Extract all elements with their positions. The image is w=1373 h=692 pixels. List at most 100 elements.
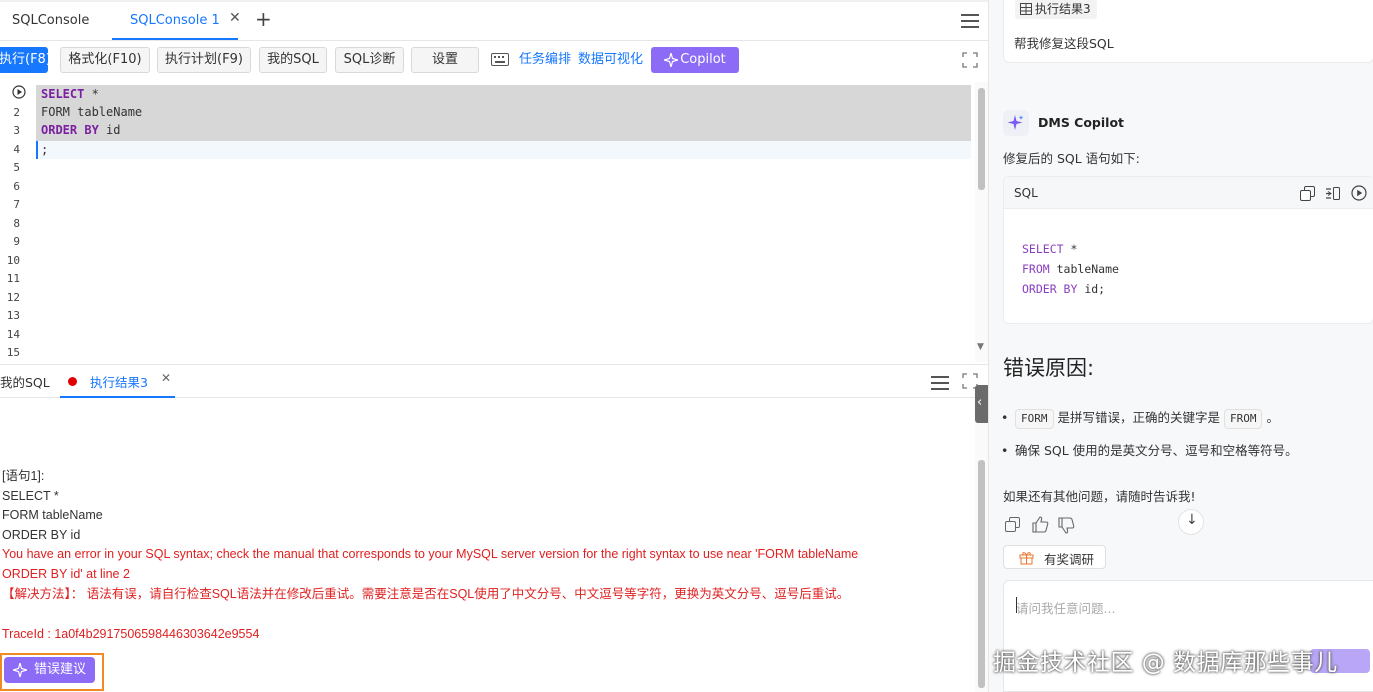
- bullet-item: • 确保 SQL 使用的是英文分号、逗号和空格等符号。: [1001, 443, 1298, 458]
- line-number: 7: [13, 198, 20, 211]
- scroll-thumb[interactable]: [978, 460, 985, 688]
- line-number: 8: [13, 216, 20, 230]
- sparkle-icon: [13, 663, 27, 677]
- code-line-4: ;: [41, 143, 49, 157]
- sql-editor[interactable]: 123456789101112131415 SELECT * FORM tabl…: [0, 82, 988, 362]
- bullet-item: • FORM 是拼写错误，正确的关键字是 FROM 。: [1001, 407, 1279, 429]
- close-icon[interactable]: ✕: [161, 371, 171, 385]
- collapse-panel-handle[interactable]: ‹: [975, 385, 988, 423]
- sparkle-icon: [1007, 115, 1024, 130]
- code-block: SQL SELECT * FROM tableName ORDER BY id;: [1003, 176, 1373, 324]
- result-sql-line: SELECT *: [2, 489, 59, 503]
- scroll-thumb[interactable]: [978, 88, 985, 190]
- copilot-label: Copilot: [680, 52, 726, 67]
- copy-icon[interactable]: [1005, 517, 1021, 533]
- code-lang-label: SQL: [1014, 186, 1038, 200]
- chat-input[interactable]: 请问我任意问题...: [1016, 598, 1115, 617]
- watermark: 掘金技术社区 @ 数据库那些事儿: [993, 650, 1338, 676]
- tab-result-3[interactable]: 执行结果3 ✕: [60, 365, 175, 398]
- run-icon[interactable]: [1351, 185, 1367, 201]
- status-dot: [68, 377, 77, 386]
- close-icon[interactable]: ✕: [229, 10, 241, 26]
- line-number: 6: [13, 179, 20, 193]
- result-reference-chip[interactable]: 执行结果3: [1015, 0, 1097, 19]
- menu-icon[interactable]: [961, 13, 979, 29]
- code-line-2: FORM tableName: [41, 105, 143, 119]
- line-number: 4: [13, 142, 20, 156]
- result-tab-bar: 我的SQL 执行结果3 ✕: [0, 364, 988, 398]
- code-line-3: ORDER BY id: [41, 123, 121, 137]
- trace-id: TraceId : 1a0f4b2917506598446303642e9554: [2, 627, 260, 641]
- sql-console-pane: SQLConsole SQLConsole 1 ✕ + 执行(F8) 格式化(F…: [0, 0, 988, 692]
- result-scrollbar[interactable]: [975, 398, 988, 692]
- my-sql-button[interactable]: 我的SQL: [259, 47, 327, 73]
- table-icon: [1020, 3, 1032, 15]
- line-number: 15: [6, 346, 20, 359]
- bullet-text: 是拼写错误，正确的关键字是: [1057, 410, 1220, 425]
- sql-diagnose-button[interactable]: SQL诊断: [335, 47, 404, 73]
- thumbs-up-icon[interactable]: [1032, 516, 1049, 533]
- answer-intro: 修复后的 SQL 语句如下:: [1003, 151, 1140, 166]
- line-number: 2: [13, 105, 20, 119]
- data-visualization-link[interactable]: 数据可视化: [578, 47, 643, 73]
- code-content: SELECT * FROM tableName ORDER BY id;: [1022, 239, 1119, 299]
- bullet-text: 。: [1266, 410, 1279, 425]
- error-suggestion-button[interactable]: 错误建议: [4, 657, 95, 683]
- code-chip: FORM: [1015, 409, 1054, 429]
- tab-sqlconsole-1[interactable]: SQLConsole 1: [112, 4, 238, 40]
- user-message: 帮我修复这段SQL: [1014, 36, 1114, 51]
- insert-to-editor-icon[interactable]: [1325, 186, 1340, 201]
- chip-label: 执行结果3: [1035, 2, 1091, 16]
- bot-name: DMS Copilot: [1038, 115, 1125, 130]
- survey-button[interactable]: 有奖调研: [1003, 545, 1106, 569]
- execute-button[interactable]: 执行(F8): [0, 47, 51, 73]
- code-block-header: [1004, 177, 1373, 209]
- settings-button[interactable]: 设置: [411, 47, 479, 73]
- selection-highlight: [36, 85, 971, 141]
- line-number: 5: [13, 161, 20, 174]
- code-line: ORDER BY id;: [1022, 282, 1106, 296]
- task-orchestration-link[interactable]: 任务编排: [519, 47, 571, 73]
- console-tab-bar: SQLConsole SQLConsole 1 ✕ +: [0, 0, 988, 41]
- arrow-down-icon: ↓: [1186, 512, 1198, 528]
- thumbs-down-icon[interactable]: [1058, 517, 1075, 534]
- editor-scrollbar[interactable]: ▼: [975, 82, 988, 362]
- copilot-panel: 执行结果3 帮我修复这段SQL DMS Copilot 修复后的 SQL 语句如…: [988, 0, 1373, 692]
- tab-label: SQLConsole: [12, 13, 90, 28]
- copy-icon[interactable]: [1300, 186, 1315, 201]
- run-line-icon[interactable]: [12, 85, 26, 99]
- add-tab-icon[interactable]: +: [255, 7, 272, 31]
- sparkle-icon: [664, 53, 678, 67]
- execution-result-panel: [语句1]: SELECT * FORM tableName ORDER BY …: [0, 398, 975, 692]
- line-number: 10: [6, 253, 20, 267]
- gift-icon: [1019, 552, 1034, 565]
- editor-toolbar: 执行(F8) 格式化(F10) 执行计划(F9) 我的SQL SQL诊断 设置 …: [0, 43, 988, 77]
- menu-icon[interactable]: [931, 375, 949, 391]
- copilot-button[interactable]: Copilot: [651, 47, 739, 73]
- button-label: 错误建议: [34, 662, 87, 677]
- line-number: 3: [13, 124, 20, 137]
- closing-message: 如果还有其他问题，请随时告诉我!: [1003, 489, 1196, 504]
- error-message-cont: ORDER BY id' at line 2: [2, 567, 130, 581]
- tab-label: 执行结果3: [90, 375, 148, 390]
- copilot-avatar: [1003, 110, 1029, 136]
- line-number: 11: [6, 272, 20, 285]
- line-number: 9: [13, 235, 20, 248]
- code-chip: FROM: [1223, 409, 1263, 429]
- keyboard-icon[interactable]: [491, 53, 509, 66]
- tab-my-sql[interactable]: 我的SQL: [0, 372, 50, 391]
- line-number: 14: [6, 327, 20, 341]
- scroll-down-icon[interactable]: ▼: [977, 342, 984, 352]
- error-message: You have an error in your SQL syntax; ch…: [2, 547, 859, 561]
- bullet-text: 确保 SQL 使用的是英文分号、逗号和空格等符号。: [1015, 443, 1298, 458]
- fullscreen-icon[interactable]: [962, 52, 978, 68]
- explain-plan-button[interactable]: 执行计划(F9): [157, 47, 251, 73]
- code-line: SELECT *: [1022, 242, 1078, 256]
- result-sql-line: FORM tableName: [2, 508, 103, 522]
- scroll-to-bottom-button[interactable]: ↓: [1178, 509, 1204, 535]
- format-button[interactable]: 格式化(F10): [60, 47, 150, 73]
- tab-sqlconsole[interactable]: SQLConsole: [12, 4, 89, 40]
- survey-label: 有奖调研: [1044, 552, 1095, 567]
- code-line-1: SELECT *: [41, 87, 99, 101]
- statement-label: [语句1]:: [2, 469, 45, 483]
